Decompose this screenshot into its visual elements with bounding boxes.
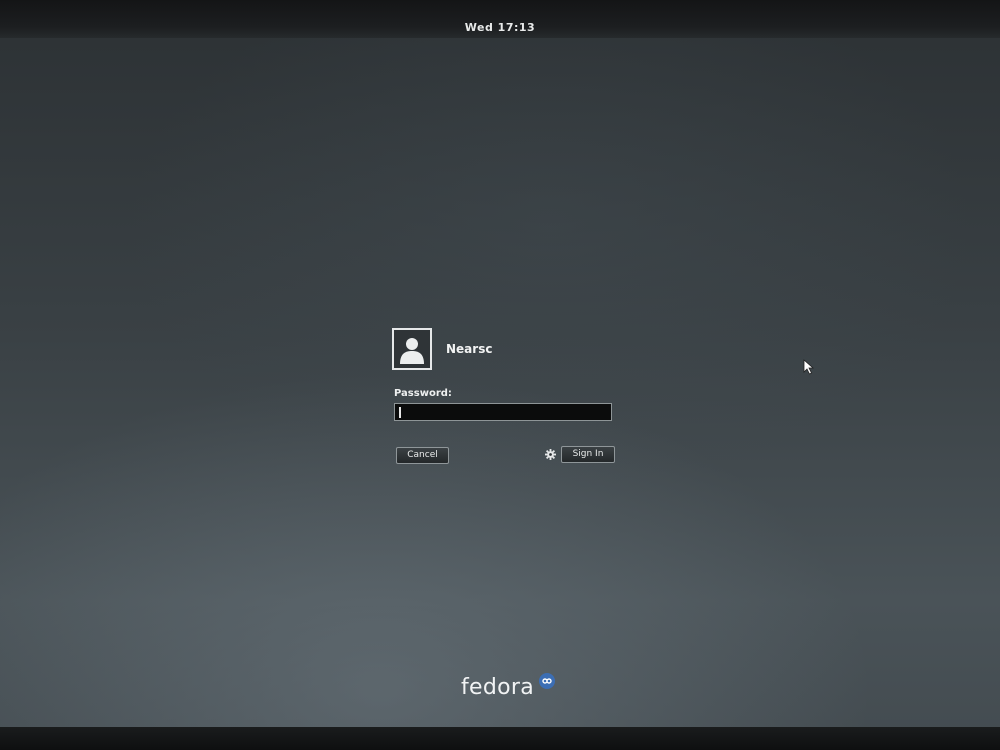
gear-icon[interactable]: [545, 449, 556, 460]
user-avatar-icon: [392, 328, 432, 370]
cancel-button[interactable]: Cancel: [396, 447, 449, 464]
bottom-bezel: [0, 727, 1000, 750]
login-screen: Wed 17:13 Nearsc Password: Cancel Sign I…: [0, 0, 1000, 750]
fedora-logo-text: fedora: [461, 675, 535, 700]
clock[interactable]: Wed 17:13: [0, 21, 1000, 34]
sign-in-button[interactable]: Sign In: [561, 446, 615, 463]
password-label: Password:: [394, 388, 452, 399]
user-name: Nearsc: [446, 342, 493, 356]
mouse-pointer-icon: [803, 359, 815, 375]
fedora-infinity-icon: [539, 673, 555, 689]
password-input[interactable]: [394, 403, 612, 421]
text-caret: [399, 407, 401, 418]
